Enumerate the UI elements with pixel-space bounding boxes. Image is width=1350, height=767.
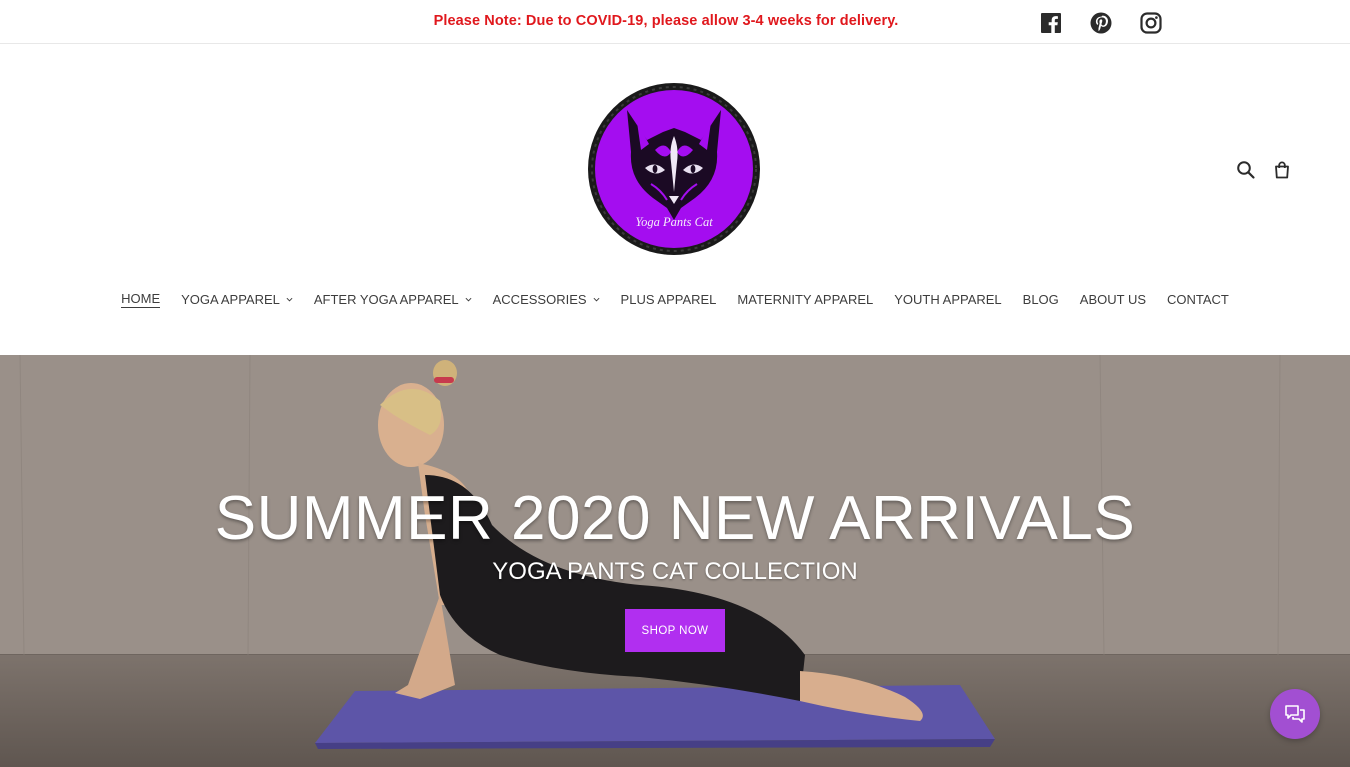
nav-item-label: ABOUT US	[1079, 292, 1146, 307]
nav-item-label: YOGA APPAREL	[181, 292, 280, 307]
pinterest-icon[interactable]	[1089, 11, 1113, 35]
chevron-down-icon	[465, 296, 472, 303]
nav-item-blog[interactable]: BLOG	[1012, 291, 1069, 308]
header-actions	[1236, 160, 1292, 180]
nav-item-label: YOUTH APPAREL	[894, 292, 1002, 307]
social-links	[1039, 11, 1163, 35]
hero-banner: SUMMER 2020 NEW ARRIVALS YOGA PANTS CAT …	[0, 355, 1350, 767]
nav-item-label: AFTER YOGA APPAREL	[313, 292, 459, 307]
nav-item-label: HOME	[121, 291, 161, 308]
nav-item-label: ACCESSORIES	[492, 292, 587, 307]
search-icon[interactable]	[1236, 160, 1256, 180]
shop-now-button[interactable]: SHOP NOW	[625, 609, 725, 652]
nav-item-after-yoga-apparel[interactable]: AFTER YOGA APPAREL	[303, 291, 482, 308]
nav-item-about-us[interactable]: ABOUT US	[1069, 291, 1156, 308]
chat-icon	[1285, 705, 1305, 723]
announcement-bar: Please Note: Due to COVID-19, please all…	[0, 0, 1350, 44]
nav-item-accessories[interactable]: ACCESSORIES	[482, 291, 610, 308]
nav-item-label: BLOG	[1022, 292, 1059, 307]
nav-item-maternity-apparel[interactable]: MATERNITY APPAREL	[727, 291, 884, 308]
nav-item-home[interactable]: HOME	[111, 291, 171, 308]
hero-title: SUMMER 2020 NEW ARRIVALS	[214, 484, 1136, 553]
nav-item-label: CONTACT	[1167, 292, 1229, 307]
facebook-icon[interactable]	[1039, 11, 1063, 35]
nav-item-plus-apparel[interactable]: PLUS APPAREL	[610, 291, 727, 308]
nav-item-label: PLUS APPAREL	[620, 292, 717, 307]
chevron-down-icon	[286, 296, 293, 303]
chevron-down-icon	[593, 296, 600, 303]
nav-item-label: MATERNITY APPAREL	[737, 292, 874, 307]
chat-button[interactable]	[1270, 689, 1320, 739]
nav-item-yoga-apparel[interactable]: YOGA APPAREL	[171, 291, 304, 308]
hero-subtitle: YOGA PANTS CAT COLLECTION	[492, 558, 858, 585]
nav-item-contact[interactable]: CONTACT	[1157, 291, 1240, 308]
cart-icon[interactable]	[1272, 160, 1292, 180]
nav-item-youth-apparel[interactable]: YOUTH APPAREL	[884, 291, 1012, 308]
logo-text: Yoga Pants Cat	[635, 215, 713, 229]
instagram-icon[interactable]	[1139, 11, 1163, 35]
store-logo[interactable]: Yoga Pants Cat	[585, 80, 763, 258]
main-nav: HOME YOGA APPAREL AFTER YOGA APPAREL ACC…	[0, 291, 1350, 308]
